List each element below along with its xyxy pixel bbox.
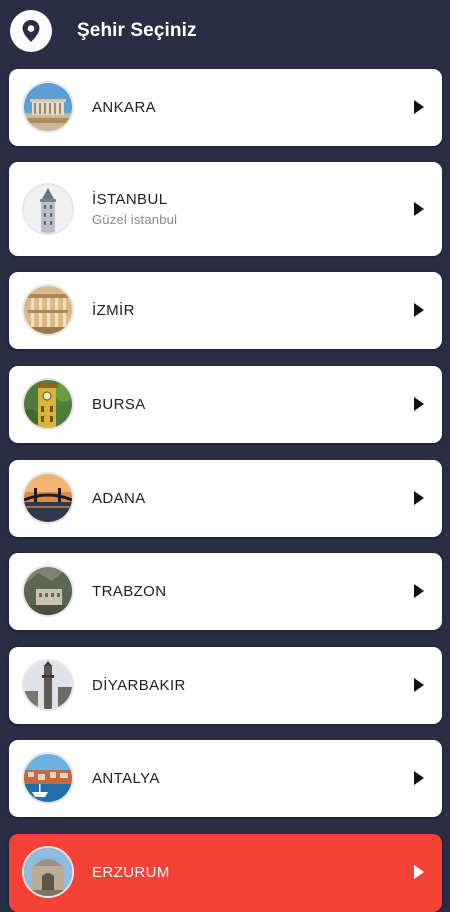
chevron-right-icon <box>414 584 424 598</box>
city-subtitle: Güzel istanbul <box>92 212 178 227</box>
city-thumbnail <box>22 565 74 617</box>
chevron-right-icon <box>414 397 424 411</box>
city-thumbnail <box>22 81 74 133</box>
city-item-izmir[interactable]: İZMİR <box>9 272 442 349</box>
city-item-trabzon[interactable]: TRABZON <box>9 553 442 630</box>
chevron-right-icon <box>414 491 424 505</box>
city-item-erzurum[interactable]: ERZURUM <box>9 834 442 912</box>
city-name: İSTANBUL <box>92 191 168 208</box>
city-item-diyarbakir[interactable]: DİYARBAKIR <box>9 647 442 724</box>
chevron-right-icon <box>414 100 424 114</box>
city-item-adana[interactable]: ADANA <box>9 460 442 537</box>
city-thumbnail <box>22 284 74 336</box>
city-item-istanbul[interactable]: İSTANBUL Güzel istanbul <box>9 162 442 256</box>
city-list: ANKARA İSTANBUL Güzel istanbul İZMİR BUR… <box>0 0 450 912</box>
city-name: İZMİR <box>92 302 135 319</box>
chevron-right-icon <box>414 678 424 692</box>
city-name: ERZURUM <box>92 864 170 881</box>
city-item-bursa[interactable]: BURSA <box>9 366 442 443</box>
chevron-right-icon <box>414 202 424 216</box>
city-thumbnail <box>22 659 74 711</box>
city-name: DİYARBAKIR <box>92 677 186 694</box>
city-thumbnail <box>22 752 74 804</box>
city-name: TRABZON <box>92 583 167 600</box>
city-thumbnail <box>22 472 74 524</box>
city-name: ANTALYA <box>92 770 160 787</box>
chevron-right-icon <box>414 303 424 317</box>
city-item-antalya[interactable]: ANTALYA <box>9 740 442 817</box>
city-thumbnail <box>22 183 74 235</box>
city-name: BURSA <box>92 396 146 413</box>
city-thumbnail <box>22 378 74 430</box>
city-item-ankara[interactable]: ANKARA <box>9 69 442 146</box>
city-name: ADANA <box>92 490 146 507</box>
chevron-right-icon <box>414 771 424 785</box>
chevron-right-icon <box>414 865 424 879</box>
city-thumbnail <box>22 846 74 898</box>
city-name: ANKARA <box>92 99 157 116</box>
